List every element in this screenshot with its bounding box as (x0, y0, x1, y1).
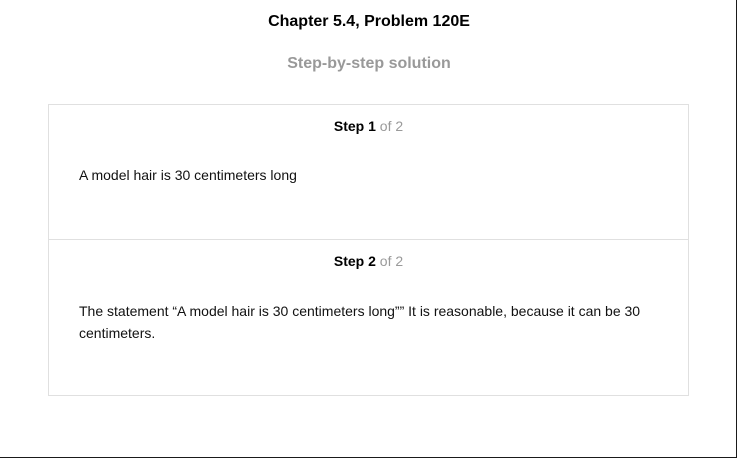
step-text: A model hair is 30 centimeters long (79, 167, 297, 183)
step-card: Step 2 of 2 The statement “A model hair … (49, 239, 688, 395)
step-label: Step (333, 118, 365, 134)
solution-steps: Step 1 of 2 A model hair is 30 centimete… (48, 104, 689, 396)
step-text: The statement “A model hair is 30 centim… (79, 303, 641, 341)
step-card: Step 1 of 2 A model hair is 30 centimete… (49, 105, 688, 239)
page-title: Chapter 5.4, Problem 120E (268, 13, 470, 30)
step-number: 1 (368, 118, 376, 134)
step-header: Step 2 of 2 (49, 253, 688, 270)
step-total: of 2 (379, 253, 404, 269)
step-label: Step (333, 253, 365, 269)
step-header: Step 1 of 2 (49, 118, 688, 135)
step-total: of 2 (379, 118, 404, 134)
page-subtitle: Step-by-step solution (287, 55, 451, 72)
step-number: 2 (368, 253, 376, 269)
